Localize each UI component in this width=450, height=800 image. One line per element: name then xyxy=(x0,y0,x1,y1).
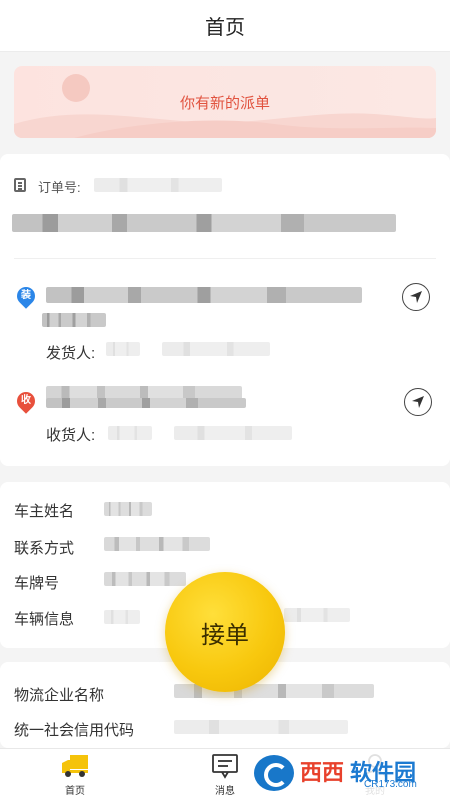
accept-order-label: 接单 xyxy=(201,621,249,649)
owner-name-value xyxy=(104,502,152,516)
consignee-label: 收货人: xyxy=(46,427,96,444)
navigate-loading-button[interactable] xyxy=(402,283,430,311)
contact-label: 联系方式 xyxy=(14,540,75,557)
shipper-phone-value xyxy=(162,342,270,356)
watermark: 西西 软件园 CR173.com xyxy=(248,749,438,797)
tab-home[interactable]: 首页 xyxy=(0,749,150,800)
vehicle-info-value xyxy=(104,610,140,624)
watermark-brand: 西西 xyxy=(300,760,345,785)
watermark-logo-icon xyxy=(254,755,294,791)
banner-text: 你有新的派单 xyxy=(179,95,270,112)
shipper-name-value xyxy=(106,342,140,356)
unloading-address-value-2 xyxy=(46,398,246,408)
navigation-arrow-icon xyxy=(412,396,424,408)
company-name-label: 物流企业名称 xyxy=(14,687,105,704)
page-title: 首页 xyxy=(205,17,245,39)
navigate-unloading-button[interactable] xyxy=(404,388,432,416)
navigation-arrow-icon xyxy=(410,291,422,303)
new-dispatch-banner[interactable]: 你有新的派单 xyxy=(14,66,436,138)
unloading-badge: 收 xyxy=(21,395,31,406)
loading-address-value-2 xyxy=(42,313,106,327)
contact-value xyxy=(104,537,210,551)
loading-badge: 装 xyxy=(21,290,31,301)
plate-label: 车牌号 xyxy=(14,575,60,592)
consignee-name-value xyxy=(108,426,152,440)
order-route-value xyxy=(12,214,396,232)
clipboard-icon xyxy=(14,178,26,192)
loading-pin-icon: 装 xyxy=(13,283,39,309)
unloading-pin-icon: 收 xyxy=(13,388,39,414)
divider xyxy=(14,258,436,259)
order-number-label: 订单号: xyxy=(38,180,81,195)
message-icon xyxy=(212,754,238,779)
credit-code-label: 统一社会信用代码 xyxy=(14,722,135,739)
vehicle-info-label: 车辆信息 xyxy=(14,611,75,628)
watermark-url: CR173.com xyxy=(364,779,417,790)
truck-icon xyxy=(62,755,88,777)
vehicle-info-value-2 xyxy=(284,608,350,622)
loading-address-value xyxy=(46,287,362,303)
top-bar: 首页 xyxy=(0,0,450,52)
owner-name-label: 车主姓名 xyxy=(14,503,75,520)
accept-order-button[interactable]: 接单 xyxy=(165,572,285,692)
credit-code-value xyxy=(174,720,348,734)
consignee-phone-value xyxy=(174,426,292,440)
order-card xyxy=(0,154,450,466)
order-number-value xyxy=(94,178,222,192)
shipper-label: 发货人: xyxy=(46,345,96,362)
tab-home-label: 首页 xyxy=(65,786,85,797)
plate-value xyxy=(104,572,186,586)
